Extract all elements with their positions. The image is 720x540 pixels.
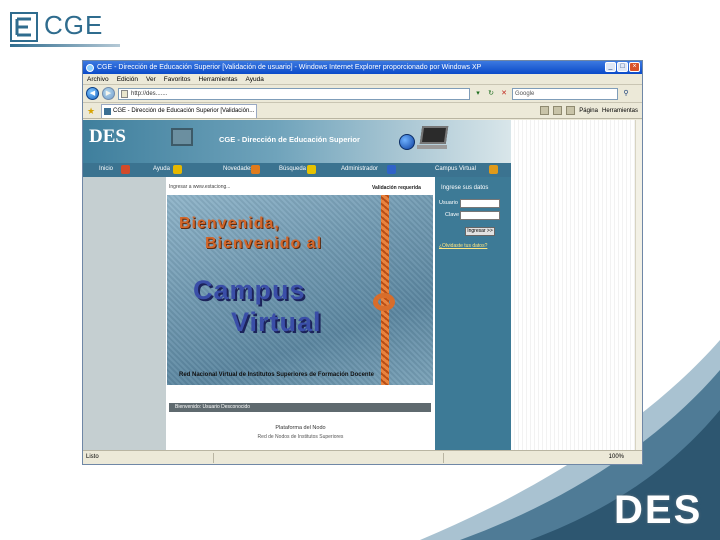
home-icon[interactable] [540,106,550,115]
menu-archivo[interactable]: Archivo [87,74,109,84]
site-nav: Inicio Ayuda Novedades Búsqueda Administ… [83,163,511,177]
status-text: Listo [86,454,99,460]
status-divider [213,453,214,463]
news-nav-icon [251,165,260,174]
menu-edicion[interactable]: Edición [117,74,138,84]
vertical-scrollbar[interactable] [635,120,642,451]
cge-logo-underline [10,44,120,47]
favorites-star-icon[interactable]: ★ [87,106,97,118]
welcome-bar: Bienvenido: Usuario Desconocido [169,403,431,412]
web-page: DES CGE - Dirección de Educación Superio… [83,120,511,451]
menu-ver[interactable]: Ver [146,74,156,84]
campus-nav-icon [489,165,498,174]
minimize-icon[interactable]: _ [605,62,616,72]
cge-logo: CGE [10,8,150,48]
back-icon[interactable]: ◀ [86,87,99,100]
dropdown-icon[interactable]: ▾ [473,88,483,99]
des-page-logo: DES [89,126,126,148]
globe-icon [399,134,415,150]
welcome-banner: Bienvenida, Bienvenido al Campus Virtual… [167,195,433,385]
nav-busqueda[interactable]: Búsqueda [279,166,306,172]
banner-caption: Red Nacional Virtual de Institutos Super… [179,372,374,378]
page-header: DES CGE - Dirección de Educación Superio… [83,120,511,163]
maximize-icon[interactable]: □ [617,62,628,72]
search-placeholder: Google [515,90,535,97]
user-input[interactable] [460,199,500,208]
laptop-base [417,145,447,149]
login-panel: Ingrese sus datos Usuario Clave Ingresar… [435,177,511,451]
cge-mark-icon [10,12,38,42]
ie-icon [86,64,94,72]
des-corner-logo: DES [614,488,703,532]
rope-graphic [381,195,389,385]
page-icon [121,89,128,98]
command-bar: Página Herramientas [540,105,638,117]
zoom-level[interactable]: 100% [609,451,624,464]
address-input[interactable]: http://des....... [118,87,470,100]
nav-administrador[interactable]: Administrador [341,166,378,172]
validation-heading: Validación requerida [372,185,421,191]
browser-window: CGE - Dirección de Educación Superior [V… [82,60,643,465]
forward-icon[interactable]: ▶ [102,87,115,100]
menu-bar: Archivo Edición Ver Favoritos Herramient… [83,74,642,85]
tab-bar: ★ CGE - Dirección de Educación Superior … [83,103,642,119]
password-label: Clave [445,212,460,218]
close-icon[interactable]: × [629,62,640,72]
browser-tab[interactable]: CGE - Dirección de Educación Superior [V… [101,104,257,118]
banner-line-2: Bienvenido al [205,235,323,252]
page-background-right [511,120,642,451]
tab-favicon [104,108,111,115]
page-menu[interactable]: Página [579,105,598,117]
presentation-slide: CGE DES CGE - Dirección de Educación Sup… [0,0,720,540]
banner-campus: Campus [193,275,306,305]
home-nav-icon [121,165,130,174]
nav-inicio[interactable]: Inicio [99,166,113,172]
help-nav-icon [173,165,182,174]
page-header-title: CGE - Dirección de Educación Superior [219,135,360,144]
browser-title: CGE - Dirección de Educación Superior [V… [97,64,482,71]
status-bar: Listo 100% [83,450,642,464]
left-band [83,177,166,451]
search-nav-icon [307,165,316,174]
nav-campus-virtual[interactable]: Campus Virtual [435,166,476,172]
print-icon[interactable] [566,106,576,115]
feeds-icon[interactable] [553,106,563,115]
banner-line-1: Bienvenida, [179,215,280,232]
stop-icon[interactable]: ✕ [499,88,509,99]
menu-herramientas[interactable]: Herramientas [199,74,238,84]
des-page-logo-text: DES [89,126,126,147]
window-controls: _ □ × [605,62,640,72]
breadcrumb[interactable]: Ingresar a www.estaciong... [169,184,230,190]
main-content: Ingresar a www.estaciong... Validación r… [166,177,435,451]
menu-favoritos[interactable]: Favoritos [164,74,191,84]
address-text: http://des....... [131,90,168,97]
footer-line-2: Red de Nodos de Institutos Superiores [257,434,344,440]
knot-graphic [373,293,395,311]
search-input[interactable]: Google [512,87,618,100]
browser-viewport: DES CGE - Dirección de Educación Superio… [83,120,642,451]
search-icon[interactable]: ⚲ [621,88,631,99]
tools-menu[interactable]: Herramientas [602,105,638,117]
login-title: Ingrese sus datos [441,185,489,191]
footer-line-1: Plataforma del Nodo [275,425,326,431]
address-bar: ◀ ▶ http://des....... ▾ ↻ ✕ Google ⚲ [83,85,642,103]
admin-nav-icon [387,165,396,174]
password-input[interactable] [460,211,500,220]
menu-ayuda[interactable]: Ayuda [246,74,264,84]
refresh-icon[interactable]: ↻ [486,88,496,99]
browser-titlebar: CGE - Dirección de Educación Superior [V… [83,61,642,74]
user-label: Usuario [439,200,458,206]
monitor-icon [171,128,193,146]
nav-novedades[interactable]: Novedades [223,166,253,172]
forgot-link[interactable]: ¿Olvidaste tus datos? [439,243,487,249]
status-divider [443,453,444,463]
banner-virtual: Virtual [231,307,322,337]
cge-logo-text: CGE [44,10,104,40]
login-button[interactable]: Ingresar >> [465,227,495,236]
nav-ayuda[interactable]: Ayuda [153,166,170,172]
tab-label: CGE - Dirección de Educación Superior [V… [113,108,255,114]
laptop-icon [419,126,449,144]
